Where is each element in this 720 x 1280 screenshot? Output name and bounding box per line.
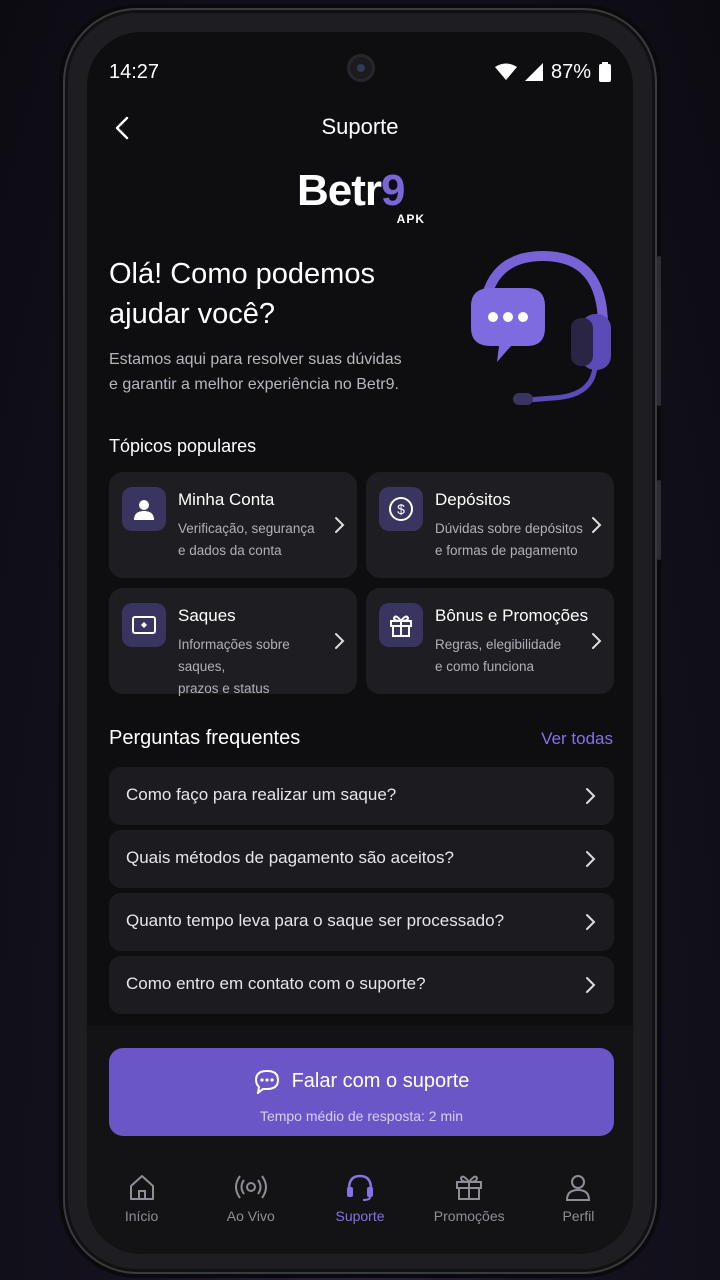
nav-label: Início	[124, 1208, 159, 1224]
dollar-icon: $	[389, 497, 413, 521]
cta-label: Falar com o suporte	[291, 1069, 470, 1092]
gift-icon	[456, 1175, 483, 1200]
faq-title: Perguntas frequentes	[109, 727, 301, 749]
betr9-logo: Betr9 APK	[297, 166, 437, 226]
topic-desc: Dúvidas sobre depósitos e formas de pagam…	[435, 521, 583, 558]
topic-card-saques[interactable]: Saques Informações sobre saques, prazos e…	[109, 588, 357, 696]
chat-bubble-icon	[254, 1069, 279, 1094]
person-icon	[566, 1175, 591, 1201]
topic-title: Minha Conta	[178, 490, 275, 509]
power-button	[657, 480, 661, 560]
nav-item-suporte[interactable]: Suporte	[305, 1172, 414, 1242]
status-time: 14:27	[109, 60, 160, 83]
faq-question: Quais métodos de pagamento são aceitos?	[126, 848, 454, 867]
svg-text:$: $	[397, 501, 405, 517]
faq-question: Como faço para realizar um saque?	[126, 785, 397, 804]
faq-question: Como entro em contato com o suporte?	[126, 974, 426, 993]
screen: 14:27 87% Suporte Betr9 APK Olá! Como po…	[87, 32, 633, 1254]
nav-item-ao-vivo[interactable]: Ao Vivo	[196, 1172, 305, 1242]
faq-question: Quanto tempo leva para o saque ser proce…	[126, 911, 505, 930]
see-all-link[interactable]: Ver todas	[541, 729, 613, 749]
bottom-nav: Início Ao Vivo Suporte Promoções Perfil	[87, 1172, 633, 1242]
headset-illustration-icon	[471, 250, 611, 405]
gift-icon	[390, 615, 412, 637]
signal-icon	[524, 63, 543, 81]
chevron-right-icon	[592, 633, 602, 649]
logo-word: Betr	[297, 166, 382, 215]
topics-title: Tópicos populares	[109, 436, 257, 456]
logo-nine: 9	[381, 166, 406, 215]
topic-title: Saques	[178, 606, 236, 625]
hero-subtitle: Estamos aqui para resolver suas dúvidas …	[109, 351, 402, 393]
topic-card-depositos[interactable]: $ Depósitos Dúvidas sobre depósitos e for…	[366, 472, 614, 578]
chevron-right-icon	[335, 633, 345, 649]
nav-item-promocoes[interactable]: Promoções	[415, 1172, 524, 1242]
chevron-right-icon	[335, 517, 345, 533]
contact-support-button[interactable]: Falar com o suporte Tempo médio de respo…	[109, 1048, 614, 1136]
cash-icon	[132, 616, 156, 634]
volume-button	[657, 256, 661, 406]
topic-title: Depósitos	[435, 490, 511, 509]
topic-desc: Verificação, segurança e dados da conta	[178, 521, 315, 558]
user-icon	[134, 500, 154, 520]
chevron-right-icon	[586, 851, 596, 867]
nav-label: Suporte	[335, 1208, 385, 1224]
nav-label: Promoções	[433, 1208, 505, 1224]
nav-item-perfil[interactable]: Perfil	[524, 1172, 633, 1242]
logo-apk: APK	[396, 212, 425, 226]
status-bar: 14:27 87%	[109, 52, 611, 92]
chevron-right-icon	[586, 914, 596, 930]
topic-title: Bônus e Promoções	[435, 606, 589, 625]
topic-desc: Informações sobre saques, prazos e status	[178, 637, 290, 696]
faq-item[interactable]: Quais métodos de pagamento são aceitos?	[109, 830, 614, 888]
hero-title: Olá! Como podemos ajudar você?	[109, 258, 375, 330]
cta-subtitle: Tempo médio de resposta: 2 min	[259, 1108, 464, 1124]
faq-item[interactable]: Como faço para realizar um saque?	[109, 767, 614, 825]
top-bar: Suporte	[87, 102, 633, 152]
page-title: Suporte	[321, 114, 399, 139]
chevron-right-icon	[592, 517, 602, 533]
phone-frame: 14:27 87% Suporte Betr9 APK Olá! Como po…	[63, 8, 661, 1274]
chevron-right-icon	[586, 788, 596, 804]
topic-desc: Regras, elegibilidade e como funciona	[435, 637, 562, 674]
nav-label: Perfil	[562, 1208, 595, 1224]
battery-percent: 87%	[550, 60, 591, 83]
broadcast-icon	[234, 1175, 267, 1199]
nav-item-inicio[interactable]: Início	[87, 1172, 196, 1242]
wifi-icon	[494, 63, 517, 80]
nav-label: Ao Vivo	[226, 1208, 275, 1224]
home-icon	[129, 1175, 154, 1200]
topic-card-bonus[interactable]: Bônus e Promoções Regras, elegibilidade e…	[366, 588, 614, 694]
chevron-right-icon	[586, 977, 596, 993]
faq-item[interactable]: Quanto tempo leva para o saque ser proce…	[109, 893, 614, 951]
faq-item[interactable]: Como entro em contato com o suporte?	[109, 956, 614, 1014]
headset-icon	[347, 1174, 373, 1201]
battery-icon	[599, 62, 611, 82]
topic-card-minha-conta[interactable]: Minha Conta Verificação, segurança e dado…	[109, 472, 357, 578]
